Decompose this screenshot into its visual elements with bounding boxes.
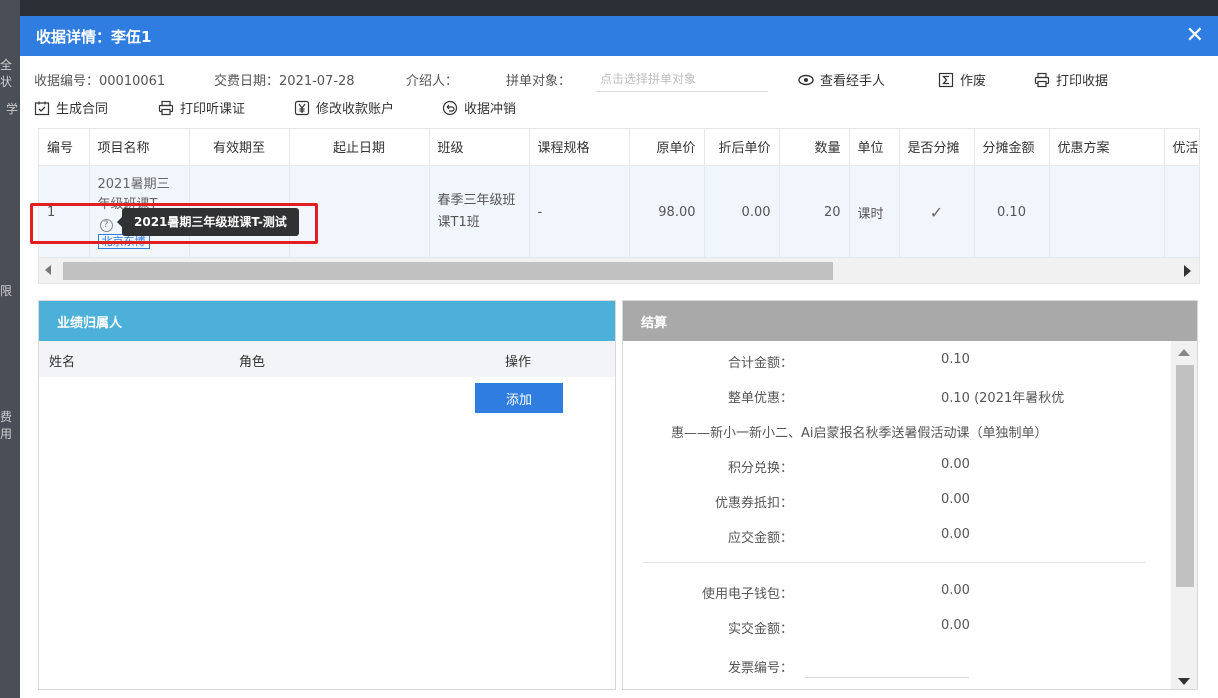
calendar-check-icon [34,101,50,115]
scroll-left-icon[interactable] [45,265,51,275]
payable-value: 0.00 [941,527,970,542]
col-header: 优惠方案 [1049,129,1165,166]
scrollbar-thumb[interactable] [1176,365,1194,587]
col-header: 项目名称 [89,129,190,166]
invoice-label: 发票编号： [727,661,793,676]
print-receipt-button[interactable]: 打印收据 [1034,70,1108,89]
modify-account-button[interactable]: 修改收款账户 [294,98,394,117]
settlement-panel: 结算 合计金额： 0.10 整单优惠： 0.10 (2021年暑秋优 惠——新小… [622,300,1198,690]
col-header: 分摊金额 [974,129,1050,166]
scroll-up-icon[interactable] [1178,349,1190,356]
whole-discount-label: 整单优惠： [727,391,793,406]
performance-panel: 业绩归属人 姓名 角色 操作 添加 [38,300,616,690]
cell-disc-price: 0.00 [704,165,780,259]
void-button[interactable]: 作废 [938,70,986,89]
group-target-input[interactable] [596,66,768,92]
col-header: 起止日期 [289,129,430,166]
payment-date: 交费日期：2021-07-28 [214,74,355,89]
scroll-right-icon[interactable] [1184,265,1191,277]
actual-label: 实交金额： [727,622,793,637]
vertical-scrollbar[interactable] [1171,341,1197,689]
col-action: 操作 [505,355,532,370]
performance-header-row: 姓名 角色 操作 [39,341,615,377]
check-icon: ✓ [899,165,975,259]
divider [643,562,1145,563]
invoice-input[interactable] [805,677,969,678]
col-header: 优活 [1164,129,1199,166]
col-header: 编号 [39,129,90,166]
whole-discount-desc: 惠——新小一新小二、Ai启蒙报名秋季送暑假活动课（单独制单） [671,426,1048,441]
performance-panel-title: 业绩归属人 [39,301,615,341]
payable-label: 应交金额： [727,531,793,546]
col-header: 班级 [429,129,530,166]
view-handler-button[interactable]: 查看经手人 [798,70,885,89]
add-button[interactable]: 添加 [475,383,563,413]
cell-extra [1164,165,1199,259]
col-header: 折后单价 [704,129,780,166]
cell-class: 春季三年级班课T1班 [429,165,530,259]
reverse-receipt-button[interactable]: 收据冲销 [442,98,516,117]
undo-circle-icon [442,100,458,115]
col-header: 单位 [849,129,900,166]
cell-spec: - [529,165,630,259]
settlement-panel-title: 结算 [623,301,1197,341]
cell-orig-price: 98.00 [629,165,705,259]
printer-icon [1034,72,1050,87]
coupon-value: 0.00 [941,492,970,507]
total-value: 0.10 [941,352,970,367]
background-text: 限 [0,284,13,298]
whole-discount-value: 0.10 (2021年暑秋优 [941,391,1065,406]
points-value: 0.00 [941,457,970,472]
col-header: 是否分摊 [899,129,975,166]
close-icon[interactable]: ✕ [1186,25,1204,47]
wallet-value: 0.00 [941,583,970,598]
receipt-detail-modal: 收据详情：李伍1 ✕ 收据编号：00010061 交费日期：2021-07-28… [20,16,1218,698]
referrer-label: 介绍人： [406,74,459,89]
total-label: 合计金额： [727,356,793,371]
cell-share-amount: 0.10 [974,165,1050,259]
actual-value: 0.00 [941,618,970,633]
printer-icon [158,100,174,115]
eye-icon [798,74,814,85]
receipt-number: 收据编号：00010061 [34,74,166,89]
cell-qty: 20 [779,165,850,259]
col-header: 课程规格 [529,129,630,166]
col-role: 角色 [239,355,266,370]
coupon-label: 优惠券抵扣： [714,496,793,511]
modal-header: 收据详情：李伍1 ✕ [20,16,1218,56]
cell-promo [1049,165,1165,259]
yen-icon [294,100,310,115]
background-topbar [0,0,1218,16]
scrollbar-thumb[interactable] [63,262,833,280]
background-text: 费用 [0,410,13,441]
col-header: 原单价 [629,129,705,166]
print-trial-pass-button[interactable]: 打印听课证 [158,98,245,117]
cell-unit: 课时 [849,165,900,259]
sigma-icon [938,72,954,87]
wallet-label: 使用电子钱包： [701,587,793,602]
background-text: 全状 [0,58,13,89]
modal-title: 收据详情：李伍1 [36,27,152,46]
horizontal-scrollbar[interactable] [39,257,1199,283]
highlight-box [30,203,318,244]
table-header-row: 编号 项目名称 有效期至 起止日期 班级 课程规格 原单价 折后单价 数量 单位… [39,129,1199,166]
col-header: 有效期至 [189,129,290,166]
generate-contract-button[interactable]: 生成合同 [34,98,108,117]
col-name: 姓名 [49,355,76,370]
group-target-label: 拼单对象： [506,74,572,89]
points-label: 积分兑换： [727,461,793,476]
col-header: 数量 [779,129,850,166]
scroll-down-icon[interactable] [1178,678,1190,685]
